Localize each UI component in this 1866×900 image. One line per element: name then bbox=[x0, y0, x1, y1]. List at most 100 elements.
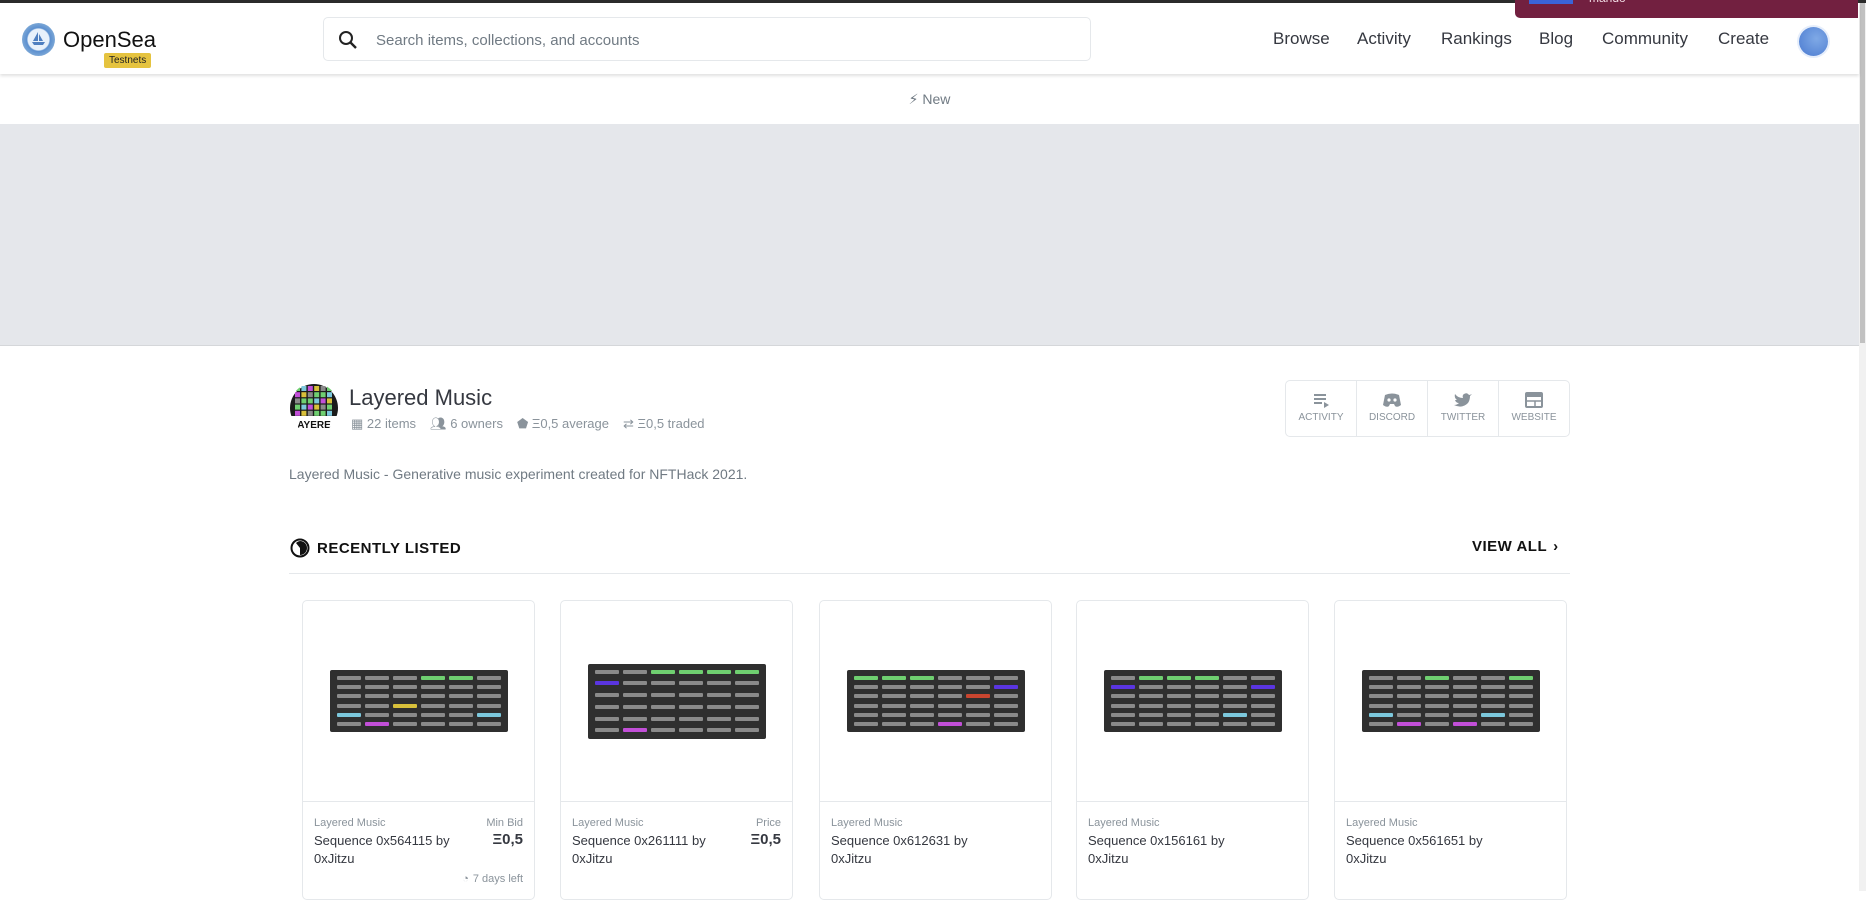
grid-cell bbox=[965, 676, 990, 680]
card-name[interactable]: Sequence 0x561651 by 0xJitzu bbox=[1346, 832, 1496, 868]
grid-cell bbox=[594, 716, 619, 721]
grid-cell bbox=[650, 728, 675, 733]
grid-cell bbox=[1396, 712, 1421, 717]
grid-cell bbox=[1508, 685, 1533, 690]
grid-cell bbox=[853, 694, 878, 699]
stat-items[interactable]: ▦ 22 items bbox=[351, 416, 416, 432]
grid-cell bbox=[1508, 712, 1533, 717]
nft-card[interactable]: Layered Music Sequence 0x564115 by 0xJitz… bbox=[302, 600, 535, 900]
grid-cell bbox=[650, 693, 675, 698]
grid-cell bbox=[1508, 703, 1533, 708]
grid-cell bbox=[448, 694, 473, 699]
grid-cell bbox=[1480, 685, 1505, 690]
grid-cell bbox=[476, 712, 501, 717]
grid-cell bbox=[1480, 712, 1505, 717]
grid-cell bbox=[993, 694, 1018, 699]
grid-cell bbox=[622, 681, 647, 686]
user-avatar[interactable] bbox=[1799, 27, 1828, 56]
nav-create[interactable]: Create bbox=[1718, 29, 1769, 49]
grid-cell bbox=[1110, 685, 1135, 690]
grid-cell bbox=[364, 703, 389, 708]
grid-cell bbox=[1424, 712, 1449, 717]
nft-card[interactable]: Layered Music Sequence 0x612631 by 0xJitz… bbox=[819, 600, 1052, 900]
grid-cell bbox=[622, 716, 647, 721]
view-all-link[interactable]: VIEW ALL › bbox=[1472, 538, 1559, 555]
notification-toast[interactable]: mando bbox=[1515, 0, 1858, 18]
nft-image[interactable] bbox=[820, 601, 1051, 802]
grid-cell bbox=[734, 693, 759, 698]
grid-cell bbox=[937, 721, 962, 726]
scrollbar-thumb[interactable] bbox=[1860, 3, 1865, 343]
grid-cell bbox=[734, 704, 759, 709]
grid-cell bbox=[993, 712, 1018, 717]
card-collection[interactable]: Layered Music bbox=[831, 817, 903, 829]
nft-card[interactable]: Layered Music Sequence 0x561651 by 0xJitz… bbox=[1334, 600, 1567, 900]
nft-card[interactable]: Layered Music Sequence 0x156161 by 0xJitz… bbox=[1076, 600, 1309, 900]
grid-cell bbox=[1396, 694, 1421, 699]
collection-description: Layered Music - Generative music experim… bbox=[289, 466, 748, 482]
clock-icon bbox=[290, 538, 310, 558]
grid-cell bbox=[1138, 712, 1163, 717]
chevron-right-icon: › bbox=[1553, 538, 1559, 555]
nav-activity[interactable]: Activity bbox=[1357, 29, 1411, 49]
nft-image[interactable] bbox=[303, 601, 534, 802]
card-collection[interactable]: Layered Music bbox=[572, 817, 644, 829]
nav-browse[interactable]: Browse bbox=[1273, 29, 1330, 49]
grid-cell bbox=[853, 721, 878, 726]
activity-link[interactable]: ACTIVITY bbox=[1286, 381, 1357, 436]
grid-cell bbox=[1194, 694, 1219, 699]
grid-cell bbox=[1424, 721, 1449, 726]
grid-cell bbox=[420, 721, 445, 726]
discord-link[interactable]: DISCORD bbox=[1357, 381, 1428, 436]
grid-cell bbox=[1368, 712, 1393, 717]
grid-cell bbox=[909, 694, 934, 699]
activity-icon bbox=[1314, 394, 1329, 408]
grid-cell bbox=[853, 676, 878, 680]
grid-cell bbox=[1250, 703, 1275, 708]
new-bar[interactable]: ⚡︎ New bbox=[0, 74, 1859, 124]
grid-cell bbox=[1396, 685, 1421, 690]
grid-cell bbox=[937, 676, 962, 680]
grid-cell bbox=[881, 685, 906, 690]
grid-cell bbox=[881, 712, 906, 717]
card-collection[interactable]: Layered Music bbox=[1346, 817, 1418, 829]
grid-cell bbox=[678, 693, 703, 698]
grid-cell bbox=[1222, 712, 1247, 717]
grid-cell bbox=[622, 669, 647, 674]
nft-image[interactable] bbox=[1077, 601, 1308, 802]
nav-blog[interactable]: Blog bbox=[1539, 29, 1573, 49]
search-input[interactable] bbox=[376, 26, 1066, 54]
twitter-icon bbox=[1454, 393, 1472, 407]
nft-image[interactable] bbox=[1335, 601, 1566, 802]
grid-cell bbox=[1368, 703, 1393, 708]
section-divider bbox=[289, 573, 1570, 574]
grid-cell bbox=[1110, 712, 1135, 717]
grid-cell bbox=[678, 716, 703, 721]
card-name[interactable]: Sequence 0x612631 by 0xJitzu bbox=[831, 832, 981, 868]
grid-icon: ▦ bbox=[351, 416, 364, 431]
grid-cell bbox=[392, 712, 417, 717]
nft-card[interactable]: Layered Music Sequence 0x261111 by 0xJitz… bbox=[560, 600, 793, 900]
price-label: Min Bid bbox=[486, 817, 523, 829]
website-link[interactable]: WEBSITE bbox=[1499, 381, 1569, 436]
search-box[interactable] bbox=[323, 17, 1091, 61]
nav-rankings[interactable]: Rankings bbox=[1441, 29, 1512, 49]
grid-cell bbox=[734, 728, 759, 733]
scrollbar[interactable] bbox=[1859, 3, 1866, 891]
stat-owners[interactable]: 👥︎ 6 owners bbox=[430, 416, 503, 432]
grid-cell bbox=[1452, 712, 1477, 717]
card-name[interactable]: Sequence 0x261111 by 0xJitzu bbox=[572, 832, 722, 868]
nav-community[interactable]: Community bbox=[1602, 29, 1688, 49]
card-collection[interactable]: Layered Music bbox=[314, 817, 386, 829]
grid-cell bbox=[993, 703, 1018, 708]
grid-cell bbox=[965, 712, 990, 717]
card-collection[interactable]: Layered Music bbox=[1088, 817, 1160, 829]
brand-name[interactable]: OpenSea bbox=[63, 27, 156, 53]
grid-cell bbox=[1166, 721, 1191, 726]
opensea-logo-icon[interactable] bbox=[22, 23, 55, 56]
notification-text: mando bbox=[1589, 0, 1626, 5]
card-name[interactable]: Sequence 0x156161 by 0xJitzu bbox=[1088, 832, 1238, 868]
nft-image[interactable] bbox=[561, 601, 792, 802]
card-name[interactable]: Sequence 0x564115 by 0xJitzu bbox=[314, 832, 464, 868]
twitter-link[interactable]: TWITTER bbox=[1428, 381, 1499, 436]
